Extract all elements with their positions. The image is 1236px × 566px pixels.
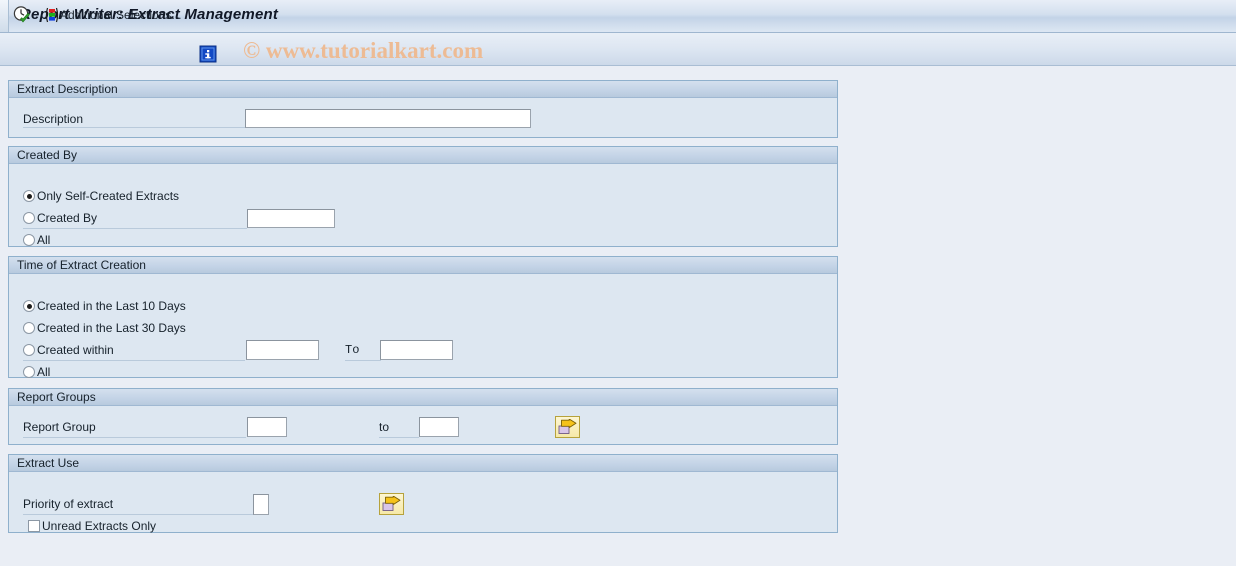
radio-indicator[interactable] <box>23 344 35 356</box>
color-bars-icon[interactable] <box>43 5 61 25</box>
window-title-bar: Report Writer: Extract Management <box>0 0 1236 33</box>
panel-report-groups-body: Report Group to <box>9 406 837 444</box>
panel-extract-use-title: Extract Use <box>9 455 837 472</box>
additional-selections-label[interactable]: Additional Selections... <box>60 8 181 22</box>
radio-label: Created in the Last 10 Days <box>37 299 186 313</box>
report-group-to-input[interactable] <box>419 417 459 437</box>
description-input[interactable] <box>245 109 531 128</box>
panel-extract-use-body: Priority of extract Unread Extracts Only <box>9 472 837 533</box>
radio-label: Created By <box>37 211 98 225</box>
radio-created-within[interactable]: Created within <box>23 343 114 357</box>
panel-created-by-body: Only Self-Created Extracts Created By Al… <box>9 164 837 247</box>
report-group-multiple-selection-button[interactable] <box>555 416 580 438</box>
radio-label: Only Self-Created Extracts <box>37 189 180 203</box>
radio-indicator[interactable] <box>23 212 35 224</box>
multiple-selection-arrow-icon <box>382 496 401 511</box>
created-within-label-underline <box>23 360 245 361</box>
radio-created-by-all[interactable]: All <box>23 233 50 247</box>
radio-label: All <box>37 365 51 379</box>
panel-extract-use: Extract Use Priority of extract Unread E… <box>8 454 838 533</box>
panel-extract-description-title: Extract Description <box>9 81 837 98</box>
checkbox-indicator[interactable] <box>28 520 40 532</box>
application-toolbar <box>0 33 1236 66</box>
report-group-to-label: to <box>379 420 390 434</box>
radio-indicator[interactable] <box>23 190 35 202</box>
report-group-from-input[interactable] <box>247 417 287 437</box>
watermark-text: © www.tutorialkart.com <box>243 38 484 63</box>
description-label: Description <box>23 112 84 126</box>
radio-label: Created in the Last 30 Days <box>37 321 186 335</box>
description-label-underline <box>23 127 245 128</box>
radio-indicator[interactable] <box>23 300 35 312</box>
radio-indicator[interactable] <box>23 234 35 246</box>
report-group-to-underline <box>379 437 419 438</box>
created-by-label-underline <box>23 228 247 229</box>
radio-created-last-30-days[interactable]: Created in the Last 30 Days <box>23 321 186 335</box>
panel-time-of-extract-creation: Time of Extract Creation Created in the … <box>8 256 838 379</box>
priority-of-extract-label: Priority of extract <box>23 497 114 511</box>
radio-created-last-10-days[interactable]: Created in the Last 10 Days <box>23 299 186 313</box>
radio-only-self-created-extracts[interactable]: Only Self-Created Extracts <box>23 189 179 203</box>
panel-report-groups-title: Report Groups <box>9 389 837 406</box>
created-within-to-label: To <box>345 343 360 357</box>
multiple-selection-arrow-icon <box>558 419 577 434</box>
panel-time-of-extract-creation-body: Created in the Last 10 Days Created in t… <box>9 274 837 379</box>
panel-created-by: Created By Only Self-Created Extracts Cr… <box>8 146 838 247</box>
extract-use-multiple-selection-button[interactable] <box>379 493 404 515</box>
radio-indicator[interactable] <box>23 322 35 334</box>
priority-of-extract-input[interactable] <box>253 494 269 515</box>
created-within-from-input[interactable] <box>246 340 319 360</box>
radio-created-by[interactable]: Created By <box>23 211 97 225</box>
execute-clock-icon[interactable] <box>12 5 32 25</box>
panel-created-by-title: Created By <box>9 147 837 164</box>
title-bar-left-edge <box>0 0 9 32</box>
created-by-input[interactable] <box>247 209 335 228</box>
info-icon[interactable] <box>199 45 217 63</box>
checkbox-unread-extracts-only[interactable]: Unread Extracts Only <box>28 519 156 533</box>
panel-extract-description: Extract Description Description <box>8 80 838 138</box>
report-group-label-underline <box>23 437 246 438</box>
created-within-to-underline <box>345 360 381 361</box>
radio-indicator[interactable] <box>23 366 35 378</box>
checkbox-label: Unread Extracts Only <box>42 519 157 533</box>
panel-extract-description-body: Description <box>9 98 837 137</box>
priority-label-underline <box>23 514 253 515</box>
radio-time-all[interactable]: All <box>23 365 50 379</box>
radio-label: All <box>37 233 51 247</box>
report-group-label: Report Group <box>23 420 96 434</box>
panel-report-groups: Report Groups Report Group to <box>8 388 838 445</box>
created-within-to-input[interactable] <box>380 340 453 360</box>
radio-label: Created within <box>37 343 114 357</box>
panel-time-of-extract-creation-title: Time of Extract Creation <box>9 257 837 274</box>
